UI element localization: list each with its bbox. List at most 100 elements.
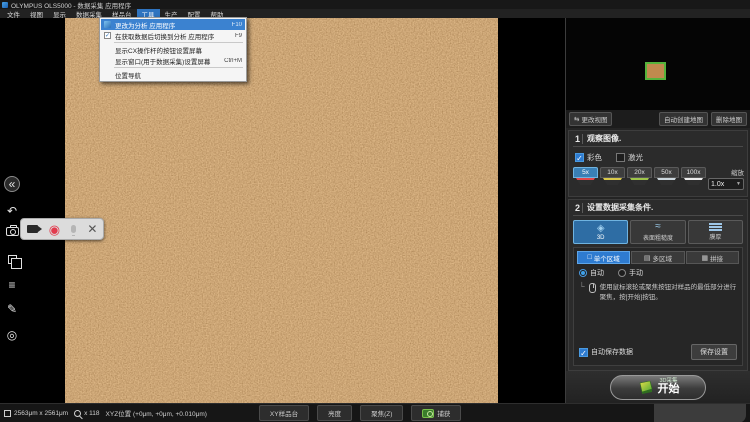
capture-tool-button[interactable]: [3, 222, 21, 240]
layers-icon: [8, 255, 17, 264]
capture-button[interactable]: 捕获: [411, 405, 461, 421]
grid-icon: ▦: [702, 254, 709, 262]
video-camera-icon[interactable]: [27, 225, 38, 233]
radio-manual[interactable]: 手动: [618, 268, 643, 278]
annotate-button[interactable]: ✎: [3, 300, 21, 318]
checkbox-checked-icon: ✓: [579, 348, 588, 357]
3d-surface-icon: [637, 381, 653, 394]
objective-50x-label: 50x: [654, 167, 679, 178]
autosave-checkbox[interactable]: ✓ 自动保存数据: [579, 347, 633, 357]
checkbox-unchecked-icon: [616, 153, 625, 162]
mode-thickness-button[interactable]: 膜厚: [688, 220, 743, 244]
section2-header: 2 设置数据采集条件.: [573, 202, 743, 216]
branch-mark: └: [579, 283, 585, 291]
subtab-multi-area[interactable]: ▤ 多区域: [631, 251, 684, 264]
mode-roughness-label: 表面粗糙度: [643, 233, 673, 242]
menu-item-controller-button-settings[interactable]: 显示CX操作杆的按钮设置屏幕: [101, 44, 245, 55]
mode-roughness-button[interactable]: ≈ 表面粗糙度: [630, 220, 685, 244]
autosave-label: 自动保存数据: [591, 347, 633, 357]
delete-map-button[interactable]: 删除地图: [711, 112, 747, 126]
menu-item-acquisition-window-settings[interactable]: 显示窗口(用于数据采集)设置屏幕 Ctrl+M: [101, 55, 245, 66]
focus-z-button[interactable]: 聚焦(Z): [360, 405, 403, 421]
chevrons-left-icon: «: [9, 178, 16, 190]
list-button[interactable]: ≡: [3, 276, 21, 294]
laser-checkbox[interactable]: 激光: [616, 152, 643, 163]
list-icon: ≡: [8, 279, 15, 291]
menu-view[interactable]: 视图: [25, 9, 48, 18]
mode-3d-button[interactable]: ◈ 3D: [573, 220, 628, 244]
menu-item-label: 更改为分析 应用程序: [115, 20, 229, 30]
start-label: 开始: [658, 384, 680, 395]
map-thumbnail[interactable]: [645, 62, 666, 80]
record-icon[interactable]: ◉: [49, 223, 60, 236]
close-icon[interactable]: ✕: [87, 223, 97, 235]
color-label: 彩色: [587, 152, 602, 163]
xy-stage-button[interactable]: XY样品台: [259, 405, 309, 421]
pencil-icon: ✎: [7, 303, 17, 315]
subtab-multi-area-label: 多区域: [653, 253, 673, 263]
objective-20x-button[interactable]: 20x: [627, 167, 652, 185]
zoom-group: 缩放 1.0x ▼: [708, 167, 744, 190]
start-bar: 3D采集 开始: [566, 371, 750, 403]
app-icon: [2, 2, 8, 8]
menu-item-label: 显示窗口(用于数据采集)设置屏幕: [115, 56, 221, 66]
film-layers-icon: [709, 223, 722, 231]
zoom-select[interactable]: 1.0x ▼: [708, 178, 744, 190]
color-checkbox[interactable]: ✓ 彩色: [575, 152, 602, 163]
capture-label: 捕获: [437, 408, 450, 418]
acquisition-mode-tabs: ◈ 3D ≈ 表面粗糙度 膜厚: [573, 219, 743, 247]
menu-item-shortcut: Ctrl+M: [224, 58, 242, 64]
objective-5x-label: 5x: [573, 167, 598, 178]
objective-10x-button[interactable]: 10x: [600, 167, 625, 185]
objective-100x-ring: [684, 178, 703, 185]
menu-file[interactable]: 文件: [2, 9, 25, 18]
subtab-stitching[interactable]: ▦ 拼接: [686, 251, 739, 264]
radio-auto[interactable]: 自动: [579, 268, 604, 278]
total-magnification-value: x 118: [84, 410, 99, 417]
position-button[interactable]: ◎: [3, 326, 21, 344]
undo-icon: ↶: [7, 205, 17, 217]
menu-display[interactable]: 显示: [48, 9, 71, 18]
multi-area-icon: ▤: [644, 254, 651, 262]
objective-10x-label: 10x: [600, 167, 625, 178]
area-subtabs: □ 单个区域 ▤ 多区域 ▦ 拼接: [577, 251, 739, 264]
right-panel: ⇆ 更改视图 自动创建地图 删除地图 1 观察图像. ✓ 彩色: [565, 18, 750, 403]
change-view-label: 更改视图: [581, 114, 607, 124]
navigation-map[interactable]: [566, 18, 750, 110]
location-icon: ◎: [7, 329, 17, 341]
menu-item-switch-to-analysis[interactable]: 更改为分析 应用程序 F10: [101, 19, 245, 30]
menu-item-switch-after-acquisition[interactable]: ✓ 在获取数据后切换到分析 应用程序 F9: [101, 30, 245, 41]
start-button-text: 3D采集 开始: [658, 379, 680, 396]
change-view-button[interactable]: ⇆ 更改视图: [569, 112, 612, 126]
change-view-icon: ⇆: [574, 115, 579, 123]
objective-20x-ring: [630, 178, 649, 185]
menu-item-label: 位置导航: [115, 70, 239, 80]
collapse-sidebar-button[interactable]: «: [4, 176, 20, 192]
start-acquisition-button[interactable]: 3D采集 开始: [610, 375, 706, 400]
save-settings-button[interactable]: 保存设置: [691, 344, 737, 360]
menu-item-position-navigator[interactable]: 位置导航: [101, 69, 245, 80]
objective-5x-button[interactable]: 5x: [573, 167, 598, 185]
section2-number: 2: [573, 203, 583, 213]
zoom-value: 1.0x: [711, 181, 724, 188]
status-buttons: XY样品台 亮度 聚焦(Z) 捕获: [259, 405, 461, 421]
capture-flyout-toolbar: ◉ ✕: [20, 218, 104, 240]
mode-3d-label: 3D: [597, 235, 605, 241]
objective-50x-button[interactable]: 50x: [654, 167, 679, 185]
microphone-icon[interactable]: [71, 225, 76, 233]
cube-3d-icon: ◈: [597, 224, 605, 234]
layers-button[interactable]: [3, 250, 21, 268]
subtab-single-area[interactable]: □ 单个区域: [577, 251, 630, 264]
area-icon: [4, 410, 11, 417]
undo-button[interactable]: ↶: [3, 202, 21, 220]
fov-readout: 2563μm x 2561μm: [4, 410, 68, 417]
subtab-single-area-label: 单个区域: [594, 253, 620, 263]
single-area-icon: □: [588, 254, 592, 261]
magnifier-icon: [74, 410, 81, 417]
section2-title: 设置数据采集条件.: [587, 202, 653, 213]
radio-selected-icon: [579, 269, 587, 277]
auto-create-map-button[interactable]: 自动创建地图: [659, 112, 708, 126]
objective-100x-button[interactable]: 100x: [681, 167, 706, 185]
toggle-check-icon: ✓: [103, 32, 112, 39]
brightness-button[interactable]: 亮度: [317, 405, 352, 421]
